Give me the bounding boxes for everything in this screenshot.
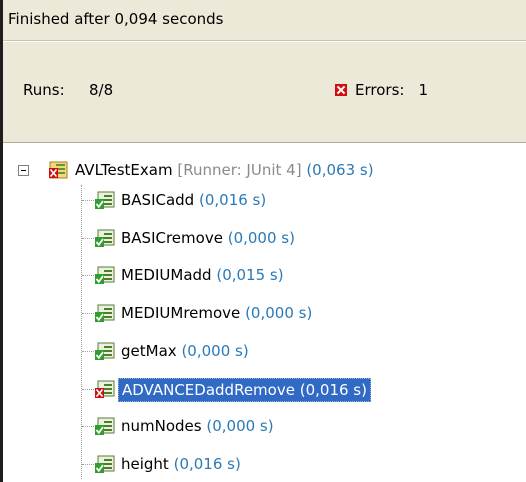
suite-name: AVLTestExam xyxy=(75,161,173,179)
test-suite-error-icon xyxy=(49,161,68,179)
test-name: MEDIUMremove xyxy=(121,304,241,322)
test-time: (0,000 s) xyxy=(227,229,295,247)
test-pass-icon xyxy=(95,342,115,360)
test-time: (0,000 s) xyxy=(206,417,274,435)
status-bar: Finished after 0,094 seconds xyxy=(3,0,526,41)
test-node[interactable]: getMax (0,000 s) xyxy=(121,340,249,362)
tree-branch-line xyxy=(82,313,96,314)
test-node[interactable]: numNodes (0,000 s) xyxy=(121,415,274,437)
tree-branch-line xyxy=(82,389,96,390)
tree-branch-line xyxy=(82,426,96,427)
test-name: height xyxy=(121,455,169,473)
runs-label: Runs: xyxy=(23,81,65,99)
test-time: (0,016 s) xyxy=(299,381,367,399)
test-name: getMax xyxy=(121,342,177,360)
test-node[interactable]: BASICadd (0,016 s) xyxy=(121,189,266,211)
test-name: BASICremove xyxy=(121,229,223,247)
suite-time: (0,063 s) xyxy=(306,161,374,179)
junit-view: Finished after 0,094 seconds Runs: 8/8 E… xyxy=(0,0,526,482)
test-node[interactable]: ADVANCEDaddRemove (0,016 s) xyxy=(118,378,371,402)
tree-branch-line xyxy=(82,275,96,276)
test-name: numNodes xyxy=(121,417,202,435)
counters-panel: Runs: 8/8 Errors: 1 xyxy=(3,42,526,142)
test-tree[interactable]: AVLTestExam [Runner: JUnit 4] (0,063 s) … xyxy=(3,143,526,482)
test-name: BASICadd xyxy=(121,191,195,209)
test-pass-icon xyxy=(95,304,115,322)
test-pass-icon xyxy=(95,455,115,473)
errors-counter: Errors: 1 xyxy=(335,81,428,99)
test-pass-icon xyxy=(95,266,115,284)
test-time: (0,015 s) xyxy=(216,266,284,284)
test-time: (0,016 s) xyxy=(173,455,241,473)
suite-runner: [Runner: JUnit 4] xyxy=(177,161,302,179)
tree-branch-line xyxy=(82,238,96,239)
runs-value: 8/8 xyxy=(89,81,114,99)
tree-guide-line xyxy=(81,185,82,479)
test-pass-icon xyxy=(95,417,115,435)
status-text: Finished after 0,094 seconds xyxy=(8,10,224,28)
test-time: (0,000 s) xyxy=(181,342,249,360)
tree-branch-line xyxy=(82,464,96,465)
test-name: MEDIUMadd xyxy=(121,266,212,284)
test-pass-icon xyxy=(95,191,115,209)
suite-node[interactable]: AVLTestExam [Runner: JUnit 4] (0,063 s) xyxy=(75,159,374,181)
test-node[interactable]: height (0,016 s) xyxy=(121,453,241,475)
test-name: ADVANCEDaddRemove xyxy=(122,381,295,399)
test-time: (0,016 s) xyxy=(199,191,267,209)
errors-value: 1 xyxy=(418,81,428,99)
test-error-icon xyxy=(95,380,115,398)
collapse-toggle-icon[interactable] xyxy=(18,165,29,176)
test-node[interactable]: BASICremove (0,000 s) xyxy=(121,227,295,249)
error-icon xyxy=(335,84,347,96)
test-node[interactable]: MEDIUMremove (0,000 s) xyxy=(121,302,312,324)
errors-label: Errors: xyxy=(355,81,405,99)
tree-branch-line xyxy=(82,351,96,352)
test-pass-icon xyxy=(95,229,115,247)
test-node[interactable]: MEDIUMadd (0,015 s) xyxy=(121,264,284,286)
test-time: (0,000 s) xyxy=(245,304,313,322)
tree-branch-line xyxy=(82,200,96,201)
